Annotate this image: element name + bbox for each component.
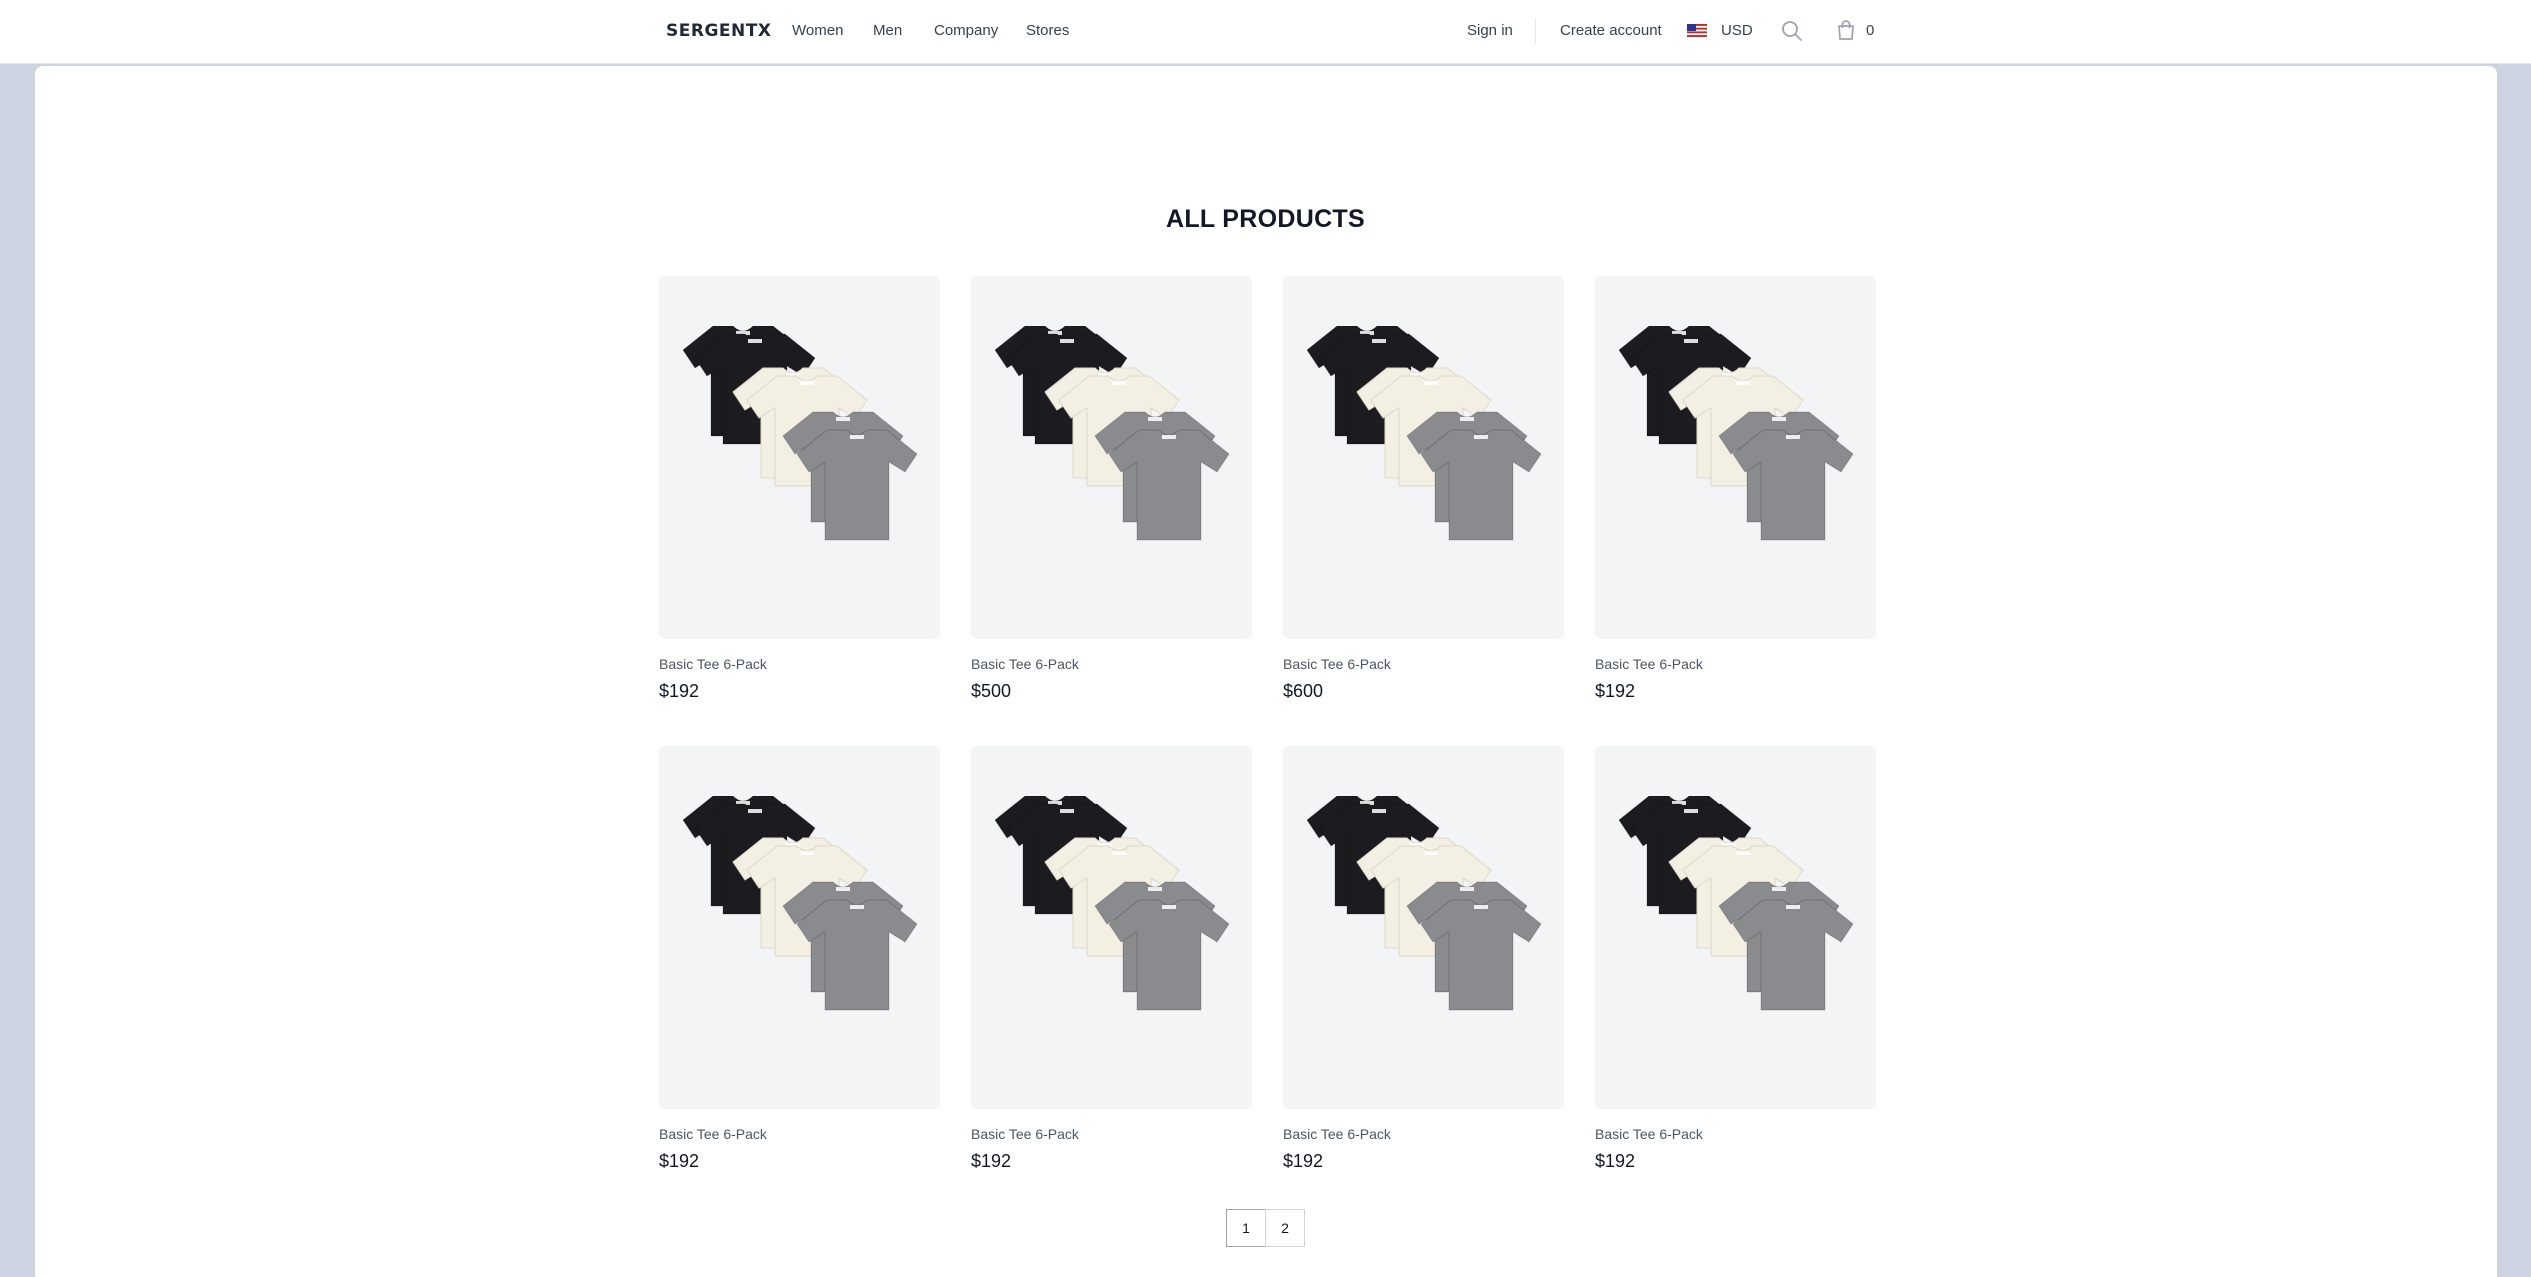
page-title: ALL PRODUCTS [1166, 205, 1365, 233]
product-price: $192 [1595, 1151, 1636, 1171]
page-1-button[interactable]: 1 [1226, 1209, 1266, 1247]
product-image-frame[interactable] [1595, 276, 1876, 639]
product-price: $192 [659, 1151, 700, 1171]
page-2-button[interactable]: 2 [1265, 1209, 1305, 1247]
product-price: $192 [971, 1151, 1012, 1171]
search-icon[interactable] [1780, 19, 1804, 43]
product-image [683, 796, 918, 1011]
product-price: $192 [659, 681, 700, 701]
product-image [1619, 796, 1854, 1011]
product-image [995, 796, 1230, 1011]
product-price: $192 [1283, 1151, 1324, 1171]
create-account-link[interactable]: Create account [1560, 22, 1662, 39]
nav-women[interactable]: Women [792, 22, 843, 39]
shopping-bag-icon[interactable] [1834, 18, 1858, 42]
product-price: $600 [1283, 681, 1324, 701]
sign-in-link[interactable]: Sign in [1467, 22, 1513, 39]
product-image [995, 326, 1230, 541]
product-price: $192 [1595, 681, 1636, 701]
product-name[interactable]: Basic Tee 6-Pack [659, 656, 767, 672]
product-name[interactable]: Basic Tee 6-Pack [1283, 1126, 1391, 1142]
product-image [1307, 326, 1542, 541]
product-name[interactable]: Basic Tee 6-Pack [1595, 1126, 1703, 1142]
product-name[interactable]: Basic Tee 6-Pack [1595, 656, 1703, 672]
product-image-frame[interactable] [1283, 276, 1564, 639]
product-image-frame[interactable] [971, 746, 1252, 1109]
main-content-panel [35, 66, 2497, 1277]
currency-selector[interactable]: USD [1721, 22, 1753, 39]
brand-logo[interactable]: SERGENTX [666, 21, 771, 41]
product-name[interactable]: Basic Tee 6-Pack [1283, 656, 1391, 672]
product-image [683, 326, 918, 541]
product-image [1619, 326, 1854, 541]
pagination: 1 2 [1226, 1209, 1305, 1247]
product-price: $500 [971, 681, 1012, 701]
product-name[interactable]: Basic Tee 6-Pack [659, 1126, 767, 1142]
nav-company[interactable]: Company [934, 22, 998, 39]
top-nav-bar: SERGENTX Women Men Company Stores Sign i… [0, 0, 2531, 64]
nav-stores[interactable]: Stores [1026, 22, 1069, 39]
product-image-frame[interactable] [1283, 746, 1564, 1109]
header-divider [1535, 18, 1536, 44]
cart-count[interactable]: 0 [1866, 22, 1874, 39]
nav-men[interactable]: Men [873, 22, 902, 39]
product-name[interactable]: Basic Tee 6-Pack [971, 656, 1079, 672]
product-image-frame[interactable] [971, 276, 1252, 639]
product-image [1307, 796, 1542, 1011]
us-flag-icon[interactable] [1687, 24, 1707, 37]
product-image-frame[interactable] [659, 746, 940, 1109]
product-name[interactable]: Basic Tee 6-Pack [971, 1126, 1079, 1142]
product-image-frame[interactable] [1595, 746, 1876, 1109]
product-image-frame[interactable] [659, 276, 940, 639]
